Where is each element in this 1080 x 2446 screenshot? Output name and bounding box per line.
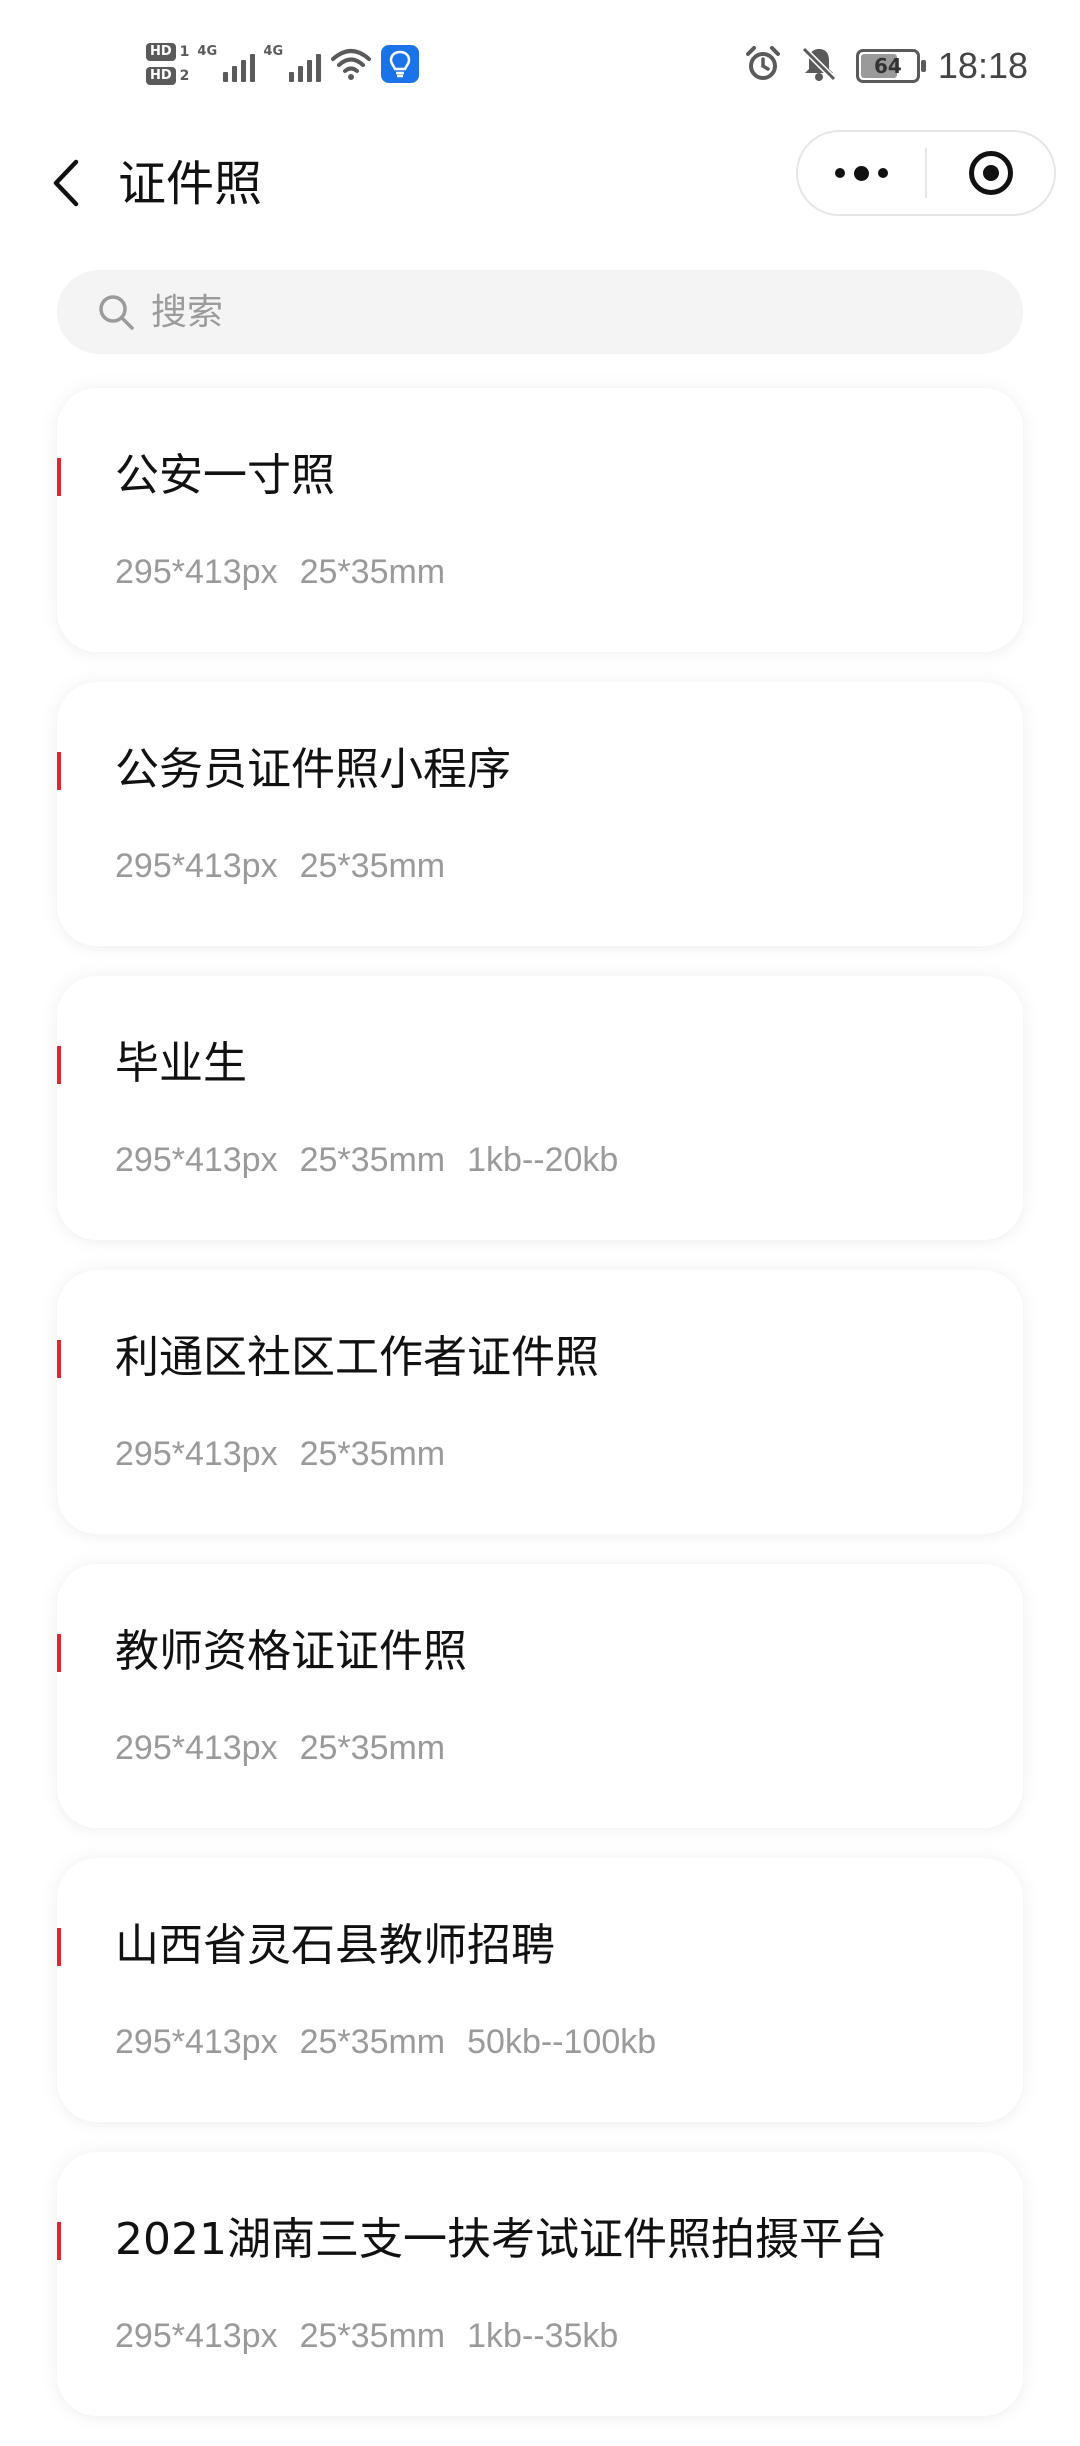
status-bar: HD 1 HD 2 4G 4G 64 18:18 — [0, 0, 1080, 130]
spec-pixels: 295*413px — [115, 1141, 278, 1179]
list-item[interactable]: 教师资格证证件照 295*413px 25*35mm — [57, 1564, 1023, 1828]
signal-icon: 4G — [263, 42, 322, 86]
close-miniprogram-button[interactable] — [927, 132, 1054, 214]
signal-bar — [223, 72, 229, 82]
hd-label: HD — [146, 43, 176, 61]
accent-bar — [57, 458, 61, 496]
hd-badges: HD 1 HD 2 — [146, 43, 189, 85]
target-icon-center — [982, 165, 999, 181]
signal-bar — [241, 60, 247, 82]
accent-bar — [57, 2222, 61, 2260]
list-item[interactable]: 毕业生 295*413px 25*35mm 1kb--20kb — [57, 976, 1023, 1240]
dot — [878, 168, 888, 178]
spec-filesize: 1kb--35kb — [467, 2317, 619, 2355]
item-specs: 295*413px 25*35mm — [115, 842, 445, 890]
hd-icon: HD 2 — [146, 67, 189, 85]
status-right: 64 18:18 — [744, 38, 1028, 94]
dot — [835, 168, 845, 178]
item-specs: 295*413px 25*35mm — [115, 548, 445, 596]
item-title: 利通区社区工作者证件照 — [115, 1332, 599, 1383]
list-item[interactable]: 公安一寸照 295*413px 25*35mm — [57, 388, 1023, 652]
signal-bar — [307, 60, 313, 82]
search-input[interactable] — [149, 290, 993, 334]
accent-bar — [57, 1340, 61, 1378]
item-specs: 295*413px 25*35mm — [115, 1430, 445, 1478]
wifi-icon — [329, 42, 373, 86]
spec-pixels: 295*413px — [115, 847, 278, 885]
spec-pixels: 295*413px — [115, 1435, 278, 1473]
network-type-label: 4G — [263, 44, 284, 59]
spec-size: 25*35mm — [299, 1435, 446, 1473]
accent-bar — [57, 752, 61, 790]
status-left: HD 1 HD 2 4G 4G — [146, 32, 420, 96]
item-specs: 295*413px 25*35mm — [115, 1724, 445, 1772]
network-type-label: 4G — [197, 44, 218, 59]
nav-bar: 证件照 — [0, 130, 1080, 240]
page-title: 证件照 — [118, 156, 263, 212]
spec-filesize: 50kb--100kb — [467, 2023, 657, 2061]
spec-size: 25*35mm — [299, 847, 446, 885]
hd-sim-number: 2 — [179, 68, 190, 84]
alarm-icon — [744, 45, 782, 87]
miniprogram-capsule — [796, 130, 1056, 216]
spec-pixels: 295*413px — [115, 2317, 278, 2355]
mute-icon — [800, 45, 838, 87]
item-title: 毕业生 — [115, 1038, 247, 1089]
list-item[interactable]: 2021湖南三支一扶考试证件照拍摄平台 295*413px 25*35mm 1k… — [57, 2152, 1023, 2416]
spec-pixels: 295*413px — [115, 553, 278, 591]
signal-bar — [298, 66, 304, 82]
signal-bar — [250, 54, 256, 82]
hd-sim-number: 1 — [179, 44, 190, 60]
signal-bar — [289, 72, 295, 82]
list-item[interactable]: 公务员证件照小程序 295*413px 25*35mm — [57, 682, 1023, 946]
hd-icon: HD 1 — [146, 43, 189, 61]
item-title: 公务员证件照小程序 — [115, 744, 511, 795]
item-title: 2021湖南三支一扶考试证件照拍摄平台 — [115, 2214, 887, 2265]
chevron-left-icon — [53, 159, 79, 207]
item-title: 山西省灵石县教师招聘 — [115, 1920, 555, 1971]
target-icon — [968, 151, 1013, 195]
battery-level-text: 64 — [873, 54, 902, 78]
spec-pixels: 295*413px — [115, 1729, 278, 1767]
signal-icon: 4G — [197, 42, 256, 86]
item-specs: 295*413px 25*35mm 1kb--35kb — [115, 2312, 618, 2360]
item-title: 教师资格证证件照 — [115, 1626, 467, 1677]
spec-size: 25*35mm — [299, 1729, 446, 1767]
bulb-icon — [381, 45, 420, 83]
item-specs: 295*413px 25*35mm 1kb--20kb — [115, 1136, 618, 1184]
more-button[interactable] — [798, 132, 925, 214]
search-bar[interactable] — [57, 270, 1023, 354]
signal-bar — [232, 66, 238, 82]
back-button[interactable] — [30, 148, 100, 218]
dot — [854, 165, 869, 181]
spec-size: 25*35mm — [299, 2317, 446, 2355]
spec-size: 25*35mm — [299, 2023, 446, 2061]
more-dots-icon — [835, 165, 888, 181]
accent-bar — [57, 1928, 61, 1966]
hd-label: HD — [146, 67, 176, 85]
spec-size: 25*35mm — [299, 553, 446, 591]
accent-bar — [57, 1634, 61, 1672]
item-specs: 295*413px 25*35mm 50kb--100kb — [115, 2018, 656, 2066]
search-icon — [93, 289, 139, 335]
spec-pixels: 295*413px — [115, 2023, 278, 2061]
signal-bars — [223, 54, 256, 82]
signal-bar — [316, 54, 322, 82]
list-item[interactable]: 利通区社区工作者证件照 295*413px 25*35mm — [57, 1270, 1023, 1534]
signal-bars — [289, 54, 322, 82]
spec-filesize: 1kb--20kb — [467, 1141, 619, 1179]
spec-size: 25*35mm — [299, 1141, 446, 1179]
photo-spec-list: 公安一寸照 295*413px 25*35mm 公务员证件照小程序 295*41… — [57, 388, 1023, 2446]
item-title: 公安一寸照 — [115, 450, 335, 501]
accent-bar — [57, 1046, 61, 1084]
battery-icon: 64 — [855, 49, 926, 83]
list-item[interactable]: 山西省灵石县教师招聘 295*413px 25*35mm 50kb--100kb — [57, 1858, 1023, 2122]
clock-time: 18:18 — [937, 45, 1028, 86]
